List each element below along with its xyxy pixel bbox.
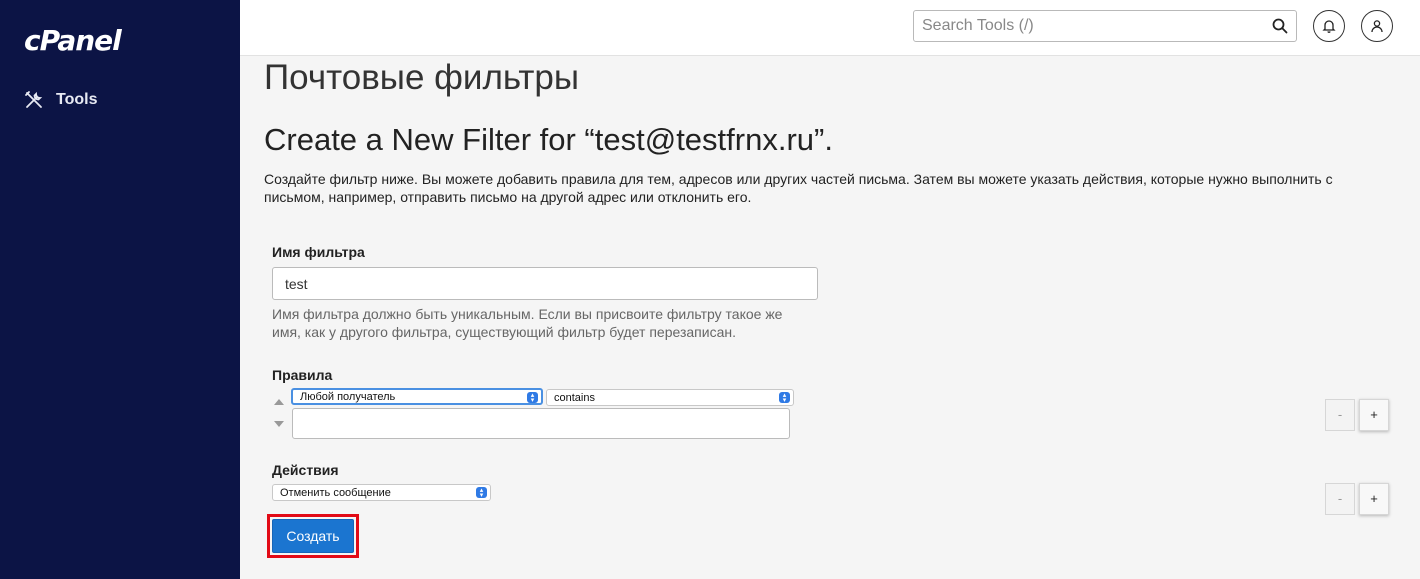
tools-icon <box>25 91 43 108</box>
sidebar-item-label: Tools <box>56 91 98 108</box>
rule-operator-select[interactable]: contains ▴ ▾ <box>546 389 794 406</box>
rules-label: Правила <box>272 367 333 383</box>
sidebar: cPanel Tools <box>0 0 240 579</box>
select-caret-icon: ▴ ▾ <box>527 392 538 404</box>
page-title: Почтовые фильтры <box>264 58 580 97</box>
rule-value-input[interactable] <box>292 408 790 439</box>
create-button[interactable]: Создать <box>272 519 354 553</box>
remove-action-button[interactable]: - <box>1325 483 1355 515</box>
add-action-button[interactable]: + <box>1359 483 1389 515</box>
actions-label: Действия <box>272 462 339 478</box>
rule-operator-value: contains <box>554 392 595 404</box>
filter-name-label: Имя фильтра <box>272 244 365 260</box>
select-caret-icon: ▴ ▾ <box>476 487 487 499</box>
rule-field-select[interactable]: Любой получатель ▴ ▾ <box>291 388 543 405</box>
action-select[interactable]: Отменить сообщение ▴ ▾ <box>272 484 491 501</box>
remove-rule-button[interactable]: - <box>1325 399 1355 431</box>
notifications-button[interactable] <box>1313 10 1345 42</box>
move-rule-down-arrow[interactable] <box>274 421 284 427</box>
filter-subtitle: Create a New Filter for “test@testfrnx.r… <box>264 122 833 157</box>
user-menu-button[interactable] <box>1361 10 1393 42</box>
rule-field-value: Любой получатель <box>300 391 396 403</box>
search-input[interactable] <box>922 17 1272 35</box>
action-value: Отменить сообщение <box>280 487 391 499</box>
select-caret-icon: ▴ ▾ <box>779 392 790 404</box>
create-button-highlight: Создать <box>267 514 359 558</box>
bell-icon <box>1322 20 1336 33</box>
sidebar-item-tools[interactable]: Tools <box>24 90 97 110</box>
search-icon[interactable] <box>1272 18 1288 34</box>
add-rule-button[interactable]: + <box>1359 399 1389 431</box>
filter-name-input[interactable] <box>272 267 818 300</box>
intro-text: Создайте фильтр ниже. Вы можете добавить… <box>264 171 1333 205</box>
user-icon <box>1371 20 1383 33</box>
search-box[interactable] <box>913 10 1297 42</box>
cpanel-logo[interactable]: cPanel <box>24 24 122 57</box>
filter-name-help: Имя фильтра должно быть уникальным. Если… <box>272 306 783 340</box>
top-bar <box>240 0 1420 56</box>
move-rule-up-arrow[interactable] <box>274 399 284 405</box>
